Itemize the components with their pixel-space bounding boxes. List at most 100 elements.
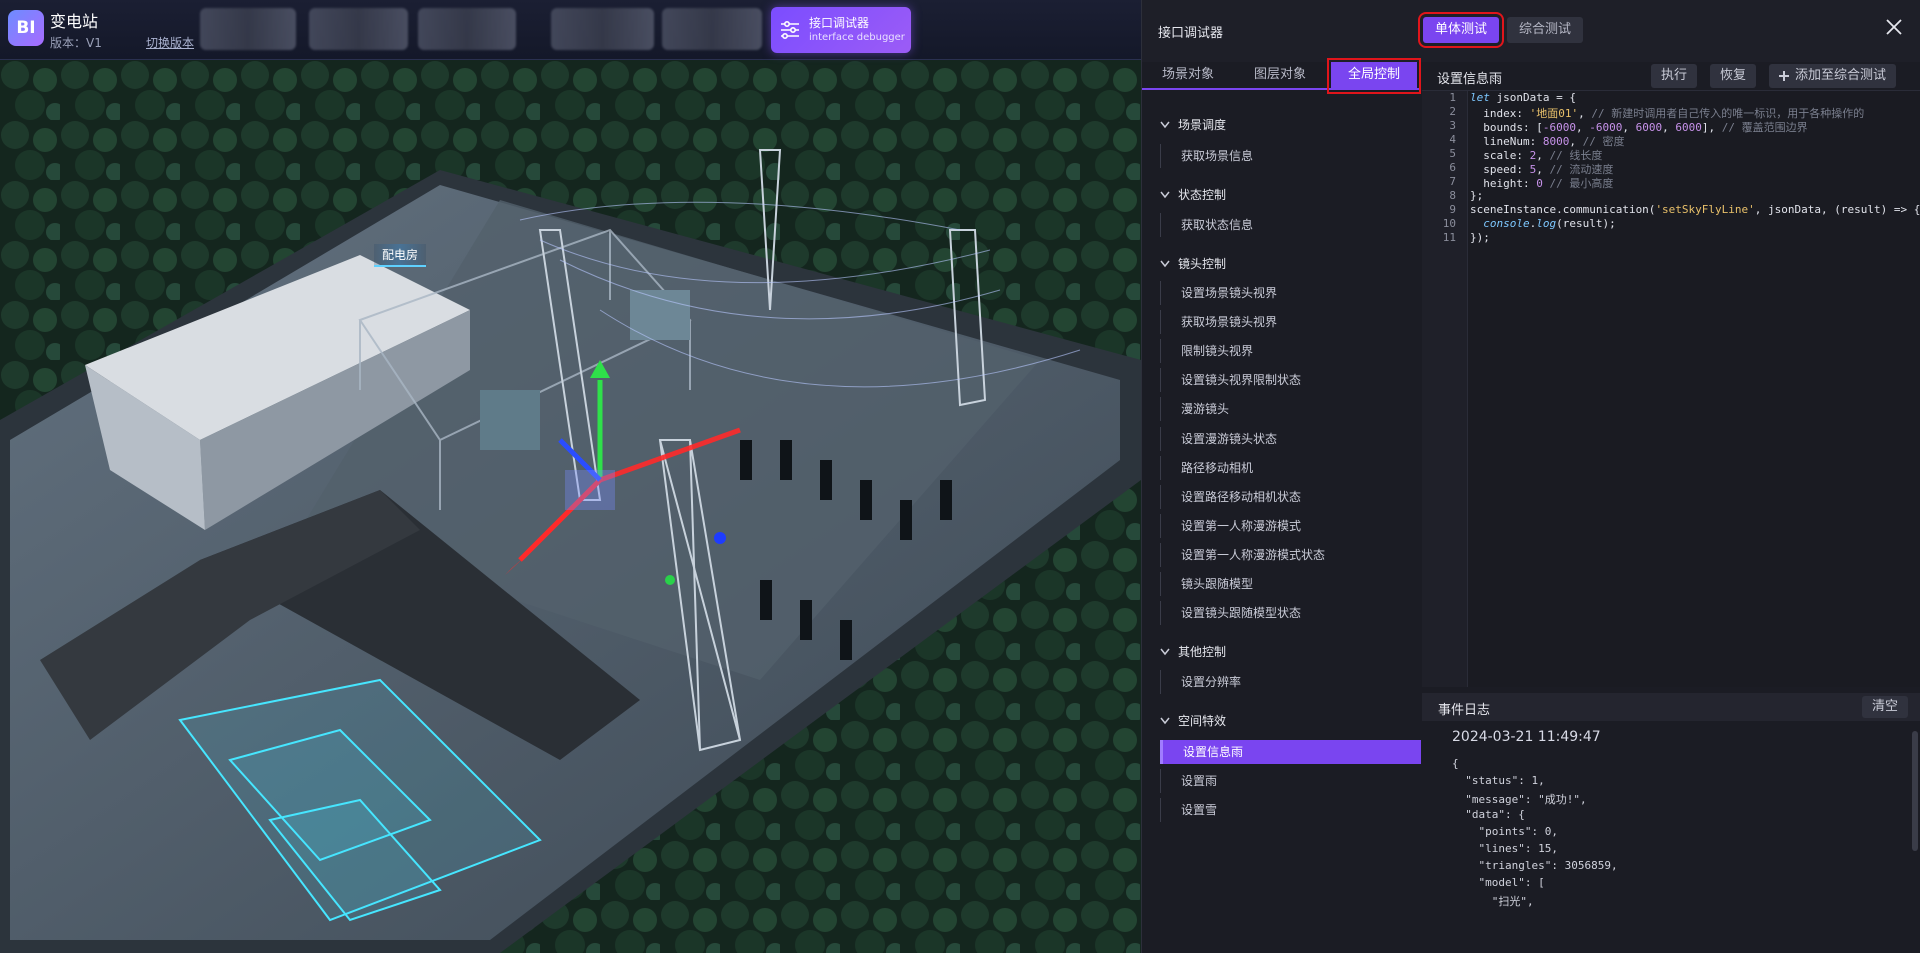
tree-item[interactable]: 设置镜头视界限制状态: [1160, 368, 1421, 392]
log-line: "lines": 15,: [1452, 842, 1558, 855]
code-token: jsonData = {: [1489, 91, 1576, 104]
code-line: speed: 5, // 流动速度: [1470, 161, 1613, 176]
tab-scene-objects[interactable]: 场景对象: [1142, 62, 1234, 90]
chevron-down-icon: [1160, 648, 1170, 655]
tree-item-get-scene-info[interactable]: 获取场景信息: [1160, 144, 1421, 168]
code-line: bounds: [-6000, -6000, 6000, 6000], // 覆…: [1470, 119, 1808, 134]
code-token: ],: [1701, 121, 1722, 134]
tree-item[interactable]: 镜头跟随模型: [1160, 572, 1421, 596]
plus-icon: [1779, 71, 1789, 81]
line-number: 8: [1449, 189, 1456, 202]
app-root: BI 变电站 版本：V1 切换版本 接口调试器 interface debugg…: [0, 0, 1920, 953]
tree-item-set-resolution[interactable]: 设置分辨率: [1160, 670, 1421, 694]
tree-item[interactable]: 设置第一人称漫游模式: [1160, 514, 1421, 538]
top-bar: BI 变电站 版本：V1 切换版本 接口调试器 interface debugg…: [0, 0, 1141, 60]
tab-layer-objects[interactable]: 图层对象: [1234, 62, 1326, 90]
code-line: scale: 2, // 线长度: [1470, 147, 1602, 162]
tree-group-label: 空间特效: [1178, 714, 1227, 728]
line-number-gutter: 1 2 3 4 5 6 7 8 9 10 11: [1422, 91, 1468, 687]
editor-header: 设置信息雨 执行 恢复 添加至综合测试: [1421, 62, 1920, 92]
log-scrollbar[interactable]: [1912, 731, 1918, 851]
tab-global-control[interactable]: 全局控制: [1327, 58, 1421, 94]
tree-item[interactable]: 获取场景镜头视界: [1160, 310, 1421, 334]
chevron-down-icon: [1160, 191, 1170, 198]
log-timestamp: 2024-03-21 11:49:47: [1452, 729, 1601, 745]
app-logo: BI: [8, 10, 44, 46]
log-line: "扫光",: [1452, 895, 1534, 908]
tree-item[interactable]: 路径移动相机: [1160, 456, 1421, 480]
code-token: // 覆盖范围边界: [1721, 121, 1808, 134]
api-tree: 场景调度 获取场景信息 状态控制 获取状态信息 镜头控制 设置场景镜头视界 获取…: [1142, 100, 1421, 953]
building-label[interactable]: 配电房: [374, 244, 427, 267]
tree-item[interactable]: 设置第一人称漫游模式状态: [1160, 543, 1421, 567]
line-number: 1: [1449, 91, 1456, 104]
blurred-nav-tab[interactable]: [200, 8, 296, 50]
code-token: let: [1470, 91, 1490, 104]
code-line: sceneInstance.communication('setSkyFlyLi…: [1470, 203, 1920, 217]
blurred-nav-tab[interactable]: [662, 8, 762, 50]
integrated-test-button[interactable]: 综合测试: [1507, 17, 1584, 43]
line-number: 7: [1449, 175, 1456, 188]
switch-version-link[interactable]: 切换版本: [146, 34, 194, 51]
chevron-down-icon: [1160, 260, 1170, 267]
tree-group-camera-control[interactable]: 镜头控制: [1160, 255, 1226, 272]
code-token: // 最小高度: [1549, 177, 1614, 190]
restore-button[interactable]: 恢复: [1710, 64, 1757, 88]
tree-item[interactable]: 设置漫游镜头状态: [1160, 427, 1421, 451]
event-log[interactable]: 2024-03-21 11:49:47 { "status": 1, "mess…: [1422, 721, 1920, 953]
editor-title: 设置信息雨: [1437, 72, 1503, 87]
line-number: 3: [1449, 119, 1456, 132]
blurred-nav-tab[interactable]: [418, 8, 516, 50]
code-line: };: [1470, 189, 1483, 203]
tree-group-label: 场景调度: [1178, 118, 1227, 132]
tree-item[interactable]: 限制镜头视界: [1160, 339, 1421, 363]
event-log-title: 事件日志: [1438, 703, 1491, 718]
code-token: log: [1536, 217, 1557, 230]
log-line: "points": 0,: [1452, 825, 1558, 838]
blurred-nav-tab[interactable]: [551, 8, 654, 50]
code-token: (result);: [1556, 217, 1616, 230]
line-number: 10: [1442, 217, 1456, 230]
sliders-icon: [781, 20, 799, 40]
unit-test-button[interactable]: 单体测试: [1417, 12, 1505, 48]
run-button[interactable]: 执行: [1651, 64, 1698, 88]
tree-group-spatial-effects[interactable]: 空间特效: [1160, 712, 1226, 729]
clear-log-button[interactable]: 清空: [1861, 696, 1908, 718]
blurred-nav-tab[interactable]: [309, 8, 408, 50]
chevron-down-icon: [1160, 121, 1170, 128]
log-line: "model": [: [1452, 876, 1545, 889]
tree-group-other-control[interactable]: 其他控制: [1160, 643, 1226, 660]
category-tabs: 场景对象 图层对象 全局控制: [1142, 58, 1421, 94]
code-token: console: [1483, 217, 1530, 230]
close-icon[interactable]: [1883, 16, 1905, 38]
scene-viewport[interactable]: 配电房: [0, 60, 1141, 953]
tree-group-state-control[interactable]: 状态控制: [1160, 186, 1226, 203]
line-number: 4: [1449, 133, 1456, 146]
code-line: index: '地面01', // 新建时调用者自己传入的唯一标识，用于各种操作…: [1470, 105, 1864, 120]
tree-group-label: 其他控制: [1178, 645, 1227, 659]
tree-group-label: 镜头控制: [1178, 257, 1227, 271]
line-number: 5: [1449, 147, 1456, 160]
tree-item[interactable]: 设置路径移动相机状态: [1160, 485, 1421, 509]
code-token: sceneInstance.communication(: [1470, 203, 1656, 216]
interface-debugger-button[interactable]: 接口调试器 interface debugger: [771, 7, 911, 53]
code-line: });: [1470, 231, 1490, 245]
tree-item-set-info-rain[interactable]: 设置信息雨: [1160, 740, 1421, 764]
tree-item[interactable]: 设置镜头跟随模型状态: [1160, 601, 1421, 625]
tree-group-scene-dispatch[interactable]: 场景调度: [1160, 116, 1226, 133]
chevron-down-icon: [1160, 717, 1170, 724]
tree-item-set-rain[interactable]: 设置雨: [1160, 769, 1421, 793]
code-token: 6000: [1675, 121, 1702, 134]
code-line: console.log(result);: [1470, 217, 1616, 231]
code-editor[interactable]: 1 2 3 4 5 6 7 8 9 10 11 let jsonData = { index: '地…: [1422, 90, 1920, 687]
tree-item[interactable]: 设置场景镜头视界: [1160, 281, 1421, 305]
tree-item-set-snow[interactable]: 设置雪: [1160, 798, 1421, 822]
code-line: height: 0 // 最小高度: [1470, 175, 1614, 190]
debug-button-label: 接口调试器: [809, 16, 870, 30]
line-number: 11: [1442, 231, 1456, 244]
tree-item[interactable]: 漫游镜头: [1160, 397, 1421, 421]
add-to-integrated-button[interactable]: 添加至综合测试: [1769, 64, 1897, 88]
tree-item-get-state-info[interactable]: 获取状态信息: [1160, 213, 1421, 237]
line-number: 2: [1449, 105, 1456, 118]
